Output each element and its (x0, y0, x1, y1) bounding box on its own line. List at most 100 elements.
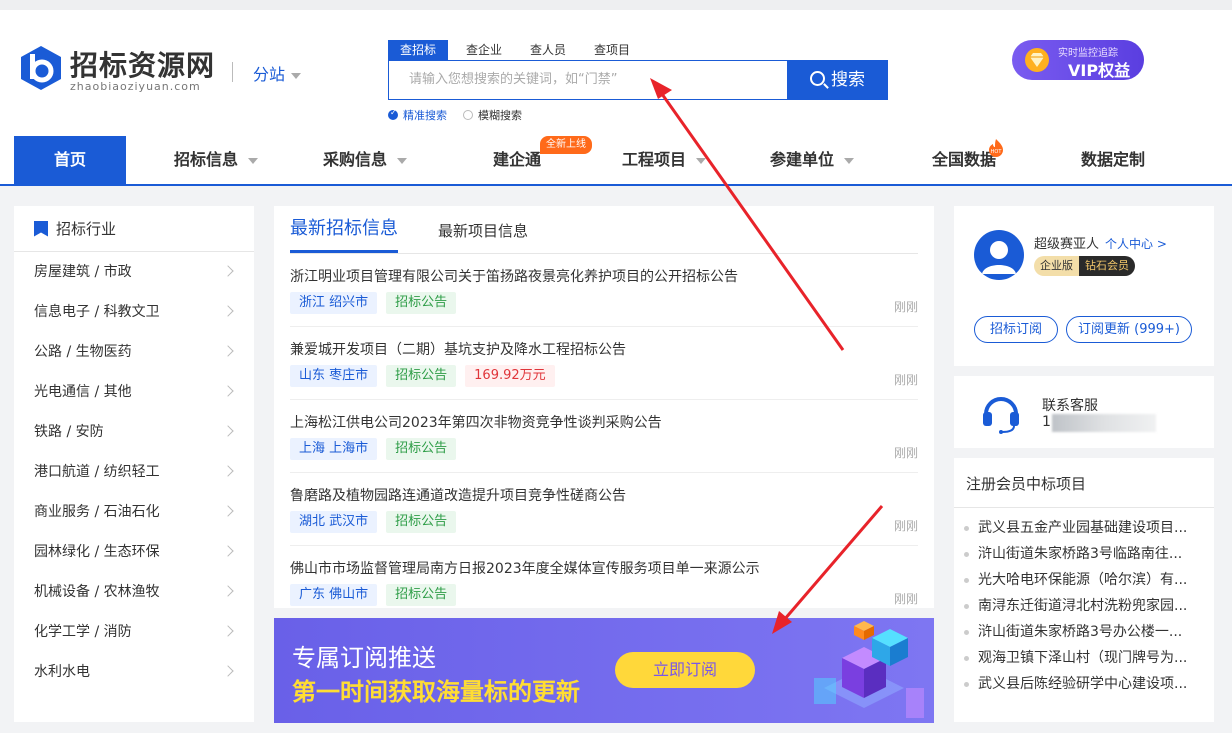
location-tag: 浙江 绍兴市 (290, 292, 378, 314)
industry-item-label: 光电通信 / 其他 (34, 384, 132, 400)
feed-item-tags: 广东 佛山市 招标公告 (290, 584, 465, 606)
feed-item[interactable]: 兼爱城开发项目（二期）基坑支护及降水工程招标公告 山东 枣庄市 招标公告 169… (290, 327, 918, 400)
industry-item-label: 房屋建筑 / 市政 (34, 264, 132, 280)
avatar[interactable] (974, 230, 1024, 280)
search-mode-options: 精准搜索 模糊搜索 (388, 107, 538, 123)
nav-participants[interactable]: 参建单位 (770, 136, 855, 184)
feed-item-title[interactable]: 佛山市市场监督管理局南方日报2023年度全媒体宣传服务项目单一来源公示 (290, 558, 760, 578)
branch-selector[interactable]: 分站 (253, 61, 302, 85)
winner-item[interactable]: 武义县五金产业园基础建设项目... (954, 515, 1204, 541)
winner-item[interactable]: 南浔东迁街道浔北村洗粉兜家园... (954, 593, 1204, 619)
industry-item[interactable]: 化学工学 / 消防 (14, 612, 254, 652)
industry-item[interactable]: 机械设备 / 农林渔牧 (14, 572, 254, 612)
main-nav: 首页 招标信息 采购信息 建企通 全新上线 工程项目 参建单位 全国数据 HOT… (0, 136, 1232, 186)
winner-item[interactable]: 光大哈电环保能源（哈尔滨）有... (954, 567, 1204, 593)
industry-item[interactable]: 房屋建筑 / 市政 (14, 252, 254, 292)
feed-item-tags: 上海 上海市 招标公告 (290, 438, 465, 460)
search-input[interactable]: 请输入您想搜索的关键词，如“门禁” (388, 60, 788, 100)
feed-item-time: 刚刚 (893, 446, 918, 460)
type-tag: 招标公告 (386, 292, 457, 314)
nav-data-custom[interactable]: 数据定制 (1081, 136, 1145, 184)
tab-latest-projects[interactable]: 最新项目信息 (438, 208, 528, 255)
feed-item[interactable]: 浙江明业项目管理有限公司关于笛扬路夜景亮化养护项目的公开招标公告 浙江 绍兴市 … (290, 254, 918, 327)
industry-item-label: 信息电子 / 科教文卫 (34, 304, 160, 320)
industry-panel: 招标行业 房屋建筑 / 市政 信息电子 / 科教文卫 公路 / 生物医药 光电通… (14, 206, 254, 722)
user-card: 超级赛亚人 个人中心 > 企业版 钻石会员 招标订阅 订阅更新 (999+) (954, 206, 1214, 366)
industry-item[interactable]: 信息电子 / 科教文卫 (14, 292, 254, 332)
brand-name[interactable]: 招标资源网 (70, 44, 215, 84)
chevron-right-icon (222, 425, 234, 437)
industry-item-label: 园林绿化 / 生态环保 (34, 544, 160, 560)
subscribe-banner[interactable]: 专属订阅推送 第一时间获取海量标的更新 立即订阅 (274, 618, 934, 723)
tab-latest-bids[interactable]: 最新招标信息 (290, 206, 398, 253)
hot-badge-text: HOT (991, 149, 1003, 155)
feed-item-title[interactable]: 兼爱城开发项目（二期）基坑支护及降水工程招标公告 (290, 339, 626, 359)
winner-item[interactable]: 浒山街道朱家桥路3号临路南往... (954, 541, 1204, 567)
winner-item[interactable]: 浒山街道朱家桥路3号办公楼一... (954, 619, 1204, 645)
chevron-right-icon (222, 545, 234, 557)
search-button[interactable]: 搜索 (787, 60, 888, 100)
winner-item[interactable]: 观海卫镇下泽山村（现门牌号为... (954, 645, 1204, 671)
industry-item[interactable]: 商业服务 / 石油石化 (14, 492, 254, 532)
type-tag: 招标公告 (386, 438, 457, 460)
nav-home[interactable]: 首页 (14, 136, 126, 184)
search-tab-projects[interactable]: 查项目 (582, 40, 642, 60)
chevron-down-icon (844, 157, 855, 164)
search-mode-fuzzy[interactable]: 模糊搜索 (463, 107, 522, 123)
industry-item[interactable]: 水利水电 (14, 652, 254, 692)
search-mode-exact-label: 精准搜索 (403, 109, 447, 122)
bid-subscribe-button[interactable]: 招标订阅 (974, 316, 1058, 343)
type-tag: 招标公告 (386, 584, 457, 606)
user-center-link[interactable]: 个人中心 > (1105, 237, 1167, 251)
search-tabs: 查招标 查企业 查人员 查项目 (388, 40, 646, 60)
search-tab-bids[interactable]: 查招标 (388, 40, 449, 60)
industry-title: 招标行业 (56, 219, 117, 238)
membership-edition: 企业版 (1034, 256, 1079, 276)
nav-bid-info[interactable]: 招标信息 (174, 136, 259, 184)
industry-item-label: 水利水电 (34, 664, 90, 680)
feed-item[interactable]: 上海松江供电公司2023年第四次非物资竞争性谈判采购公告 上海 上海市 招标公告… (290, 400, 918, 473)
feed-item-tags: 山东 枣庄市 招标公告 169.92万元 (290, 365, 564, 387)
new-badge: 全新上线 (540, 136, 592, 154)
winner-item[interactable]: 武义县后陈经验研学中心建设项... (954, 671, 1204, 697)
search-tab-companies[interactable]: 查企业 (454, 40, 514, 60)
location-tag: 湖北 武汉市 (290, 511, 378, 533)
amount-tag: 169.92万元 (465, 365, 555, 387)
industry-list: 房屋建筑 / 市政 信息电子 / 科教文卫 公路 / 生物医药 光电通信 / 其… (14, 252, 254, 692)
type-tag: 招标公告 (386, 511, 457, 533)
nav-jianqitong[interactable]: 建企通 (493, 136, 541, 184)
chevron-right-icon (222, 385, 234, 397)
vip-button[interactable]: 实时监控追踪 VIP权益 (1012, 40, 1144, 80)
nav-projects[interactable]: 工程项目 (622, 136, 707, 184)
location-tag: 广东 佛山市 (290, 584, 378, 606)
headset-icon (983, 397, 1019, 434)
feed-item-time: 刚刚 (893, 373, 918, 387)
industry-item-label: 机械设备 / 农林渔牧 (34, 584, 160, 600)
customer-service-card[interactable]: 联系客服 1 (954, 376, 1214, 448)
phone-redaction (1052, 414, 1156, 432)
nav-procurement[interactable]: 采购信息 (323, 136, 408, 184)
industry-item[interactable]: 园林绿化 / 生态环保 (14, 532, 254, 572)
brand-domain: zhaobiaoziyuan.com (70, 80, 201, 93)
subscribe-now-button[interactable]: 立即订阅 (615, 652, 755, 688)
bid-feed-panel: 最新招标信息 最新项目信息 浙江明业项目管理有限公司关于笛扬路夜景亮化养护项目的… (274, 206, 934, 608)
chevron-down-icon (397, 157, 408, 164)
feed-item[interactable]: 佛山市市场监督管理局南方日报2023年度全媒体宣传服务项目单一来源公示 广东 佛… (290, 546, 918, 619)
banner-title: 专属订阅推送 (292, 644, 436, 672)
industry-item[interactable]: 公路 / 生物医药 (14, 332, 254, 372)
chevron-right-icon (222, 345, 234, 357)
search-mode-exact[interactable]: 精准搜索 (388, 107, 447, 123)
industry-item[interactable]: 光电通信 / 其他 (14, 372, 254, 412)
search-tab-people[interactable]: 查人员 (518, 40, 578, 60)
feed-item[interactable]: 鲁磨路及植物园路连通道改造提升项目竞争性磋商公告 湖北 武汉市 招标公告 刚刚 (290, 473, 918, 546)
winners-title: 注册会员中标项目 (954, 458, 1214, 508)
feed-item-title[interactable]: 上海松江供电公司2023年第四次非物资竞争性谈判采购公告 (290, 412, 662, 432)
feed-item-title[interactable]: 鲁磨路及植物园路连通道改造提升项目竞争性磋商公告 (290, 485, 626, 505)
logo-icon[interactable] (18, 44, 64, 92)
subscription-updates-button[interactable]: 订阅更新 (999+) (1066, 316, 1192, 343)
feed-item-title[interactable]: 浙江明业项目管理有限公司关于笛扬路夜景亮化养护项目的公开招标公告 (290, 266, 738, 286)
industry-item[interactable]: 铁路 / 安防 (14, 412, 254, 452)
industry-item[interactable]: 港口航道 / 纺织轻工 (14, 452, 254, 492)
chevron-right-icon (222, 305, 234, 317)
feed-item-time: 刚刚 (893, 592, 918, 606)
